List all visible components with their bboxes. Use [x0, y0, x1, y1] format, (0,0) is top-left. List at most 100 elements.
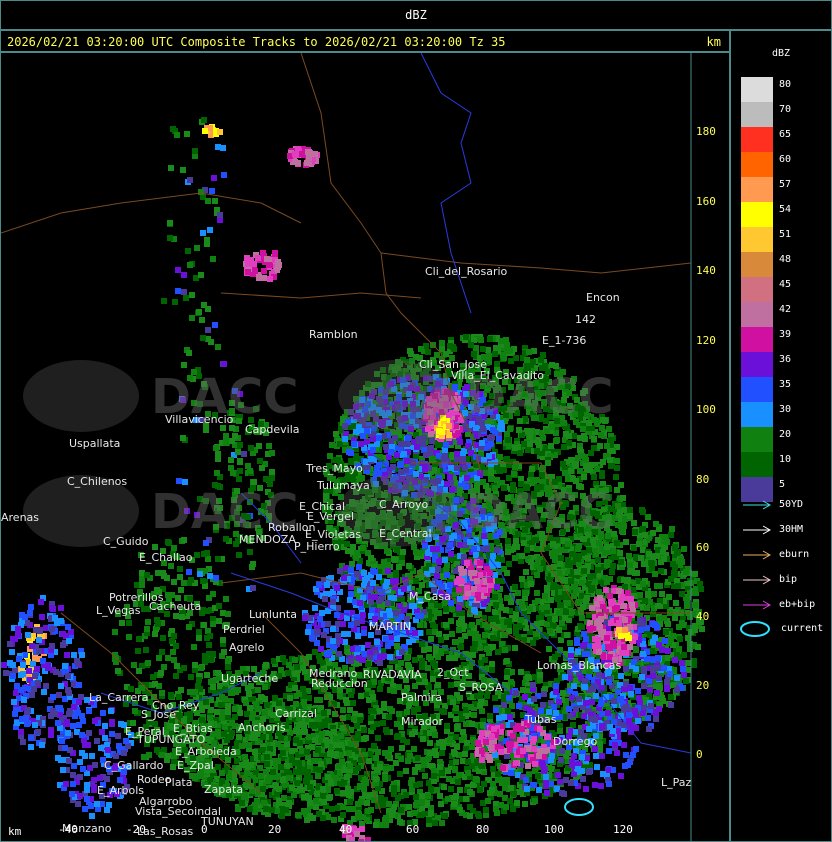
y-tick-label: 180 — [696, 125, 716, 138]
x-tick-label: 100 — [544, 823, 564, 836]
legend-swatch — [741, 127, 773, 152]
place-label: E_Arboleda — [175, 745, 237, 758]
place-label: Villavicencio — [165, 413, 234, 426]
place-label: MARTIN — [369, 620, 411, 633]
x-tick-label: 40 — [339, 823, 353, 836]
legend-swatch — [741, 227, 773, 252]
x-tick-label: 0 — [201, 823, 208, 836]
place-label: S_ROSA — [459, 681, 503, 694]
legend-swatch — [741, 302, 773, 327]
place-label: Ramblon — [309, 328, 358, 341]
place-label: TUNUYAN — [200, 815, 254, 828]
legend-swatch — [741, 177, 773, 202]
legend-swatch-label: 57 — [779, 179, 792, 190]
arrow-right-icon — [743, 600, 772, 610]
x-tick-label: 120 — [613, 823, 633, 836]
track-legend-item: 30HM — [741, 524, 803, 539]
legend-swatch-label: 30 — [779, 404, 792, 415]
place-label: C_Chilenos — [67, 475, 127, 488]
place-label: Capdevila — [245, 423, 300, 436]
place-label: 2_Oct — [437, 666, 469, 679]
current-track-ellipse — [564, 798, 594, 816]
y-tick-label: 60 — [696, 541, 710, 554]
x-tick-label: -40 — [58, 823, 78, 836]
current-label: current — [781, 623, 824, 634]
legend-swatch-label: 10 — [779, 454, 792, 465]
place-label: Cacheuta — [149, 600, 201, 613]
place-label: E_Central — [379, 527, 432, 540]
arrow-right-icon — [743, 550, 772, 560]
legend-swatch-label: 42 — [779, 304, 792, 315]
y-tick-label: 160 — [696, 195, 716, 208]
y-tick-label: 0 — [696, 748, 703, 761]
legend-swatch-label: 48 — [779, 254, 792, 265]
radar-map-canvas[interactable]: DACC DACC DACC DACC Cli_del_RosarioEncon… — [1, 53, 730, 842]
x-tick-label: 80 — [476, 823, 490, 836]
y-tick-label: 140 — [696, 264, 716, 277]
place-label: Tubas — [524, 713, 557, 726]
legend-swatch-label: 39 — [779, 329, 792, 340]
legend-swatch-label: 65 — [779, 129, 792, 140]
watermark-text: DACC — [466, 484, 613, 540]
place-label: E_1-736 — [542, 334, 586, 347]
place-label: L_Vegas — [96, 604, 141, 617]
track-legend-item: eb+bip — [741, 599, 815, 614]
legend-swatch — [741, 152, 773, 177]
legend-swatch-label: 70 — [779, 104, 792, 115]
place-label: S_Jose — [141, 708, 176, 721]
window-title: dBZ — [405, 8, 427, 22]
place-label: Anchoris — [238, 721, 286, 734]
legend-swatch-label: 36 — [779, 354, 792, 365]
track-legend-label: eb+bip — [779, 599, 816, 610]
place-label: Zapata — [204, 783, 243, 796]
place-label: Carrizal — [275, 707, 317, 720]
place-label: Ugarteche — [221, 672, 278, 685]
place-label: Tres_Mayo — [305, 462, 363, 475]
place-label: Dorrego — [553, 735, 598, 748]
place-label: Perdriel — [223, 623, 265, 636]
track-legend-label: 50YD — [779, 499, 804, 510]
legend-swatch-label: 54 — [779, 204, 792, 215]
legend-swatch — [741, 452, 773, 477]
place-label: Encon — [586, 291, 620, 304]
legend-swatch-label: 80 — [779, 79, 792, 90]
place-label: C_Guido — [103, 535, 149, 548]
place-label: Mirador — [401, 715, 444, 728]
place-label: C_Gallardo — [104, 759, 164, 772]
legend-swatch-label: 35 — [779, 379, 792, 390]
legend-swatch — [741, 427, 773, 452]
place-label: 142 — [575, 313, 596, 326]
place-label: Plata — [165, 776, 192, 789]
y-axis-unit: km — [706, 35, 721, 49]
legend-swatch — [741, 102, 773, 127]
legend-swatch — [741, 77, 773, 102]
legend-panel: dBZ 80 70 65 60 57 54 51 48 45 42 39 36 35 30 20 10 5 50… — [730, 30, 832, 842]
radar-map[interactable]: DACC DACC DACC DACC Cli_del_Rosario Encon… — [0, 52, 730, 842]
composite-track-timestamp: 2026/02/21 03:20:00 UTC Composite Tracks… — [7, 35, 506, 49]
legend-swatch-label: 20 — [779, 429, 792, 440]
place-label: L_Paz — [661, 776, 692, 789]
legend-swatch — [741, 352, 773, 377]
arrow-right-icon — [743, 575, 772, 585]
place-label: MENDOZA — [239, 533, 296, 546]
legend-swatch — [741, 277, 773, 302]
place-label: Uspallata — [69, 437, 120, 450]
legend-swatch — [741, 377, 773, 402]
track-legend-item: eburn — [741, 549, 809, 564]
place-label: La_Carrera — [89, 691, 148, 704]
place-label: Tulumaya — [316, 479, 370, 492]
y-tick-label: 20 — [696, 679, 710, 692]
place-label: Arenas — [1, 511, 39, 524]
place-label: E_Zpal — [177, 759, 214, 772]
info-bar: 2026/02/21 03:20:00 UTC Composite Tracks… — [0, 30, 730, 52]
title-bar: dBZ — [0, 0, 832, 30]
place-label: Villa_El_Cavadito — [451, 369, 544, 382]
arrow-right-icon — [743, 500, 772, 510]
legend-title: dBZ — [771, 48, 791, 59]
legend-swatch — [741, 327, 773, 352]
track-legend-item: 50YD — [741, 499, 803, 514]
x-tick-label: 60 — [406, 823, 420, 836]
x-axis-unit: km — [8, 825, 22, 838]
y-tick-label: 80 — [696, 473, 710, 486]
arrow-right-icon — [743, 525, 772, 535]
